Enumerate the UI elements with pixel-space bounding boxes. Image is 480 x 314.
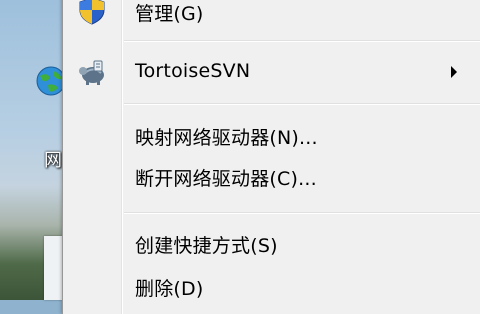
desktop-icon-label: 网 bbox=[44, 150, 62, 171]
menu-item-label: 断开网络驱动器(C)... bbox=[135, 168, 317, 190]
menu-item-label: 管理(G) bbox=[135, 3, 204, 25]
context-menu: 管理(G) TortoiseSVN 映射网络驱动器(N)... 断开网络驱动器(… bbox=[62, 0, 480, 314]
menu-item-manage[interactable]: 管理(G) bbox=[63, 0, 480, 28]
menu-item-label: 创建快捷方式(S) bbox=[135, 235, 278, 257]
submenu-arrow-icon bbox=[451, 66, 457, 78]
menu-item-map-network-drive[interactable]: 映射网络驱动器(N)... bbox=[63, 118, 480, 152]
menu-item-label: 映射网络驱动器(N)... bbox=[135, 127, 318, 149]
tortoise-svn-icon bbox=[79, 60, 104, 85]
menu-item-tortoisesvn[interactable]: TortoiseSVN bbox=[63, 55, 480, 89]
menu-separator bbox=[124, 103, 480, 105]
menu-item-label: TortoiseSVN bbox=[135, 60, 251, 82]
shield-icon bbox=[79, 0, 105, 25]
desktop-background: 网 bbox=[0, 0, 66, 300]
menu-item-create-shortcut[interactable]: 创建快捷方式(S) bbox=[63, 226, 480, 260]
menu-item-disconnect-network-drive[interactable]: 断开网络驱动器(C)... bbox=[63, 159, 480, 193]
desktop-document-icon bbox=[44, 236, 62, 300]
menu-separator bbox=[124, 40, 480, 42]
menu-item-delete[interactable]: 删除(D) bbox=[63, 269, 480, 303]
menu-item-label: 删除(D) bbox=[135, 278, 204, 300]
menu-icon-gutter bbox=[121, 0, 123, 314]
menu-separator bbox=[124, 212, 480, 214]
